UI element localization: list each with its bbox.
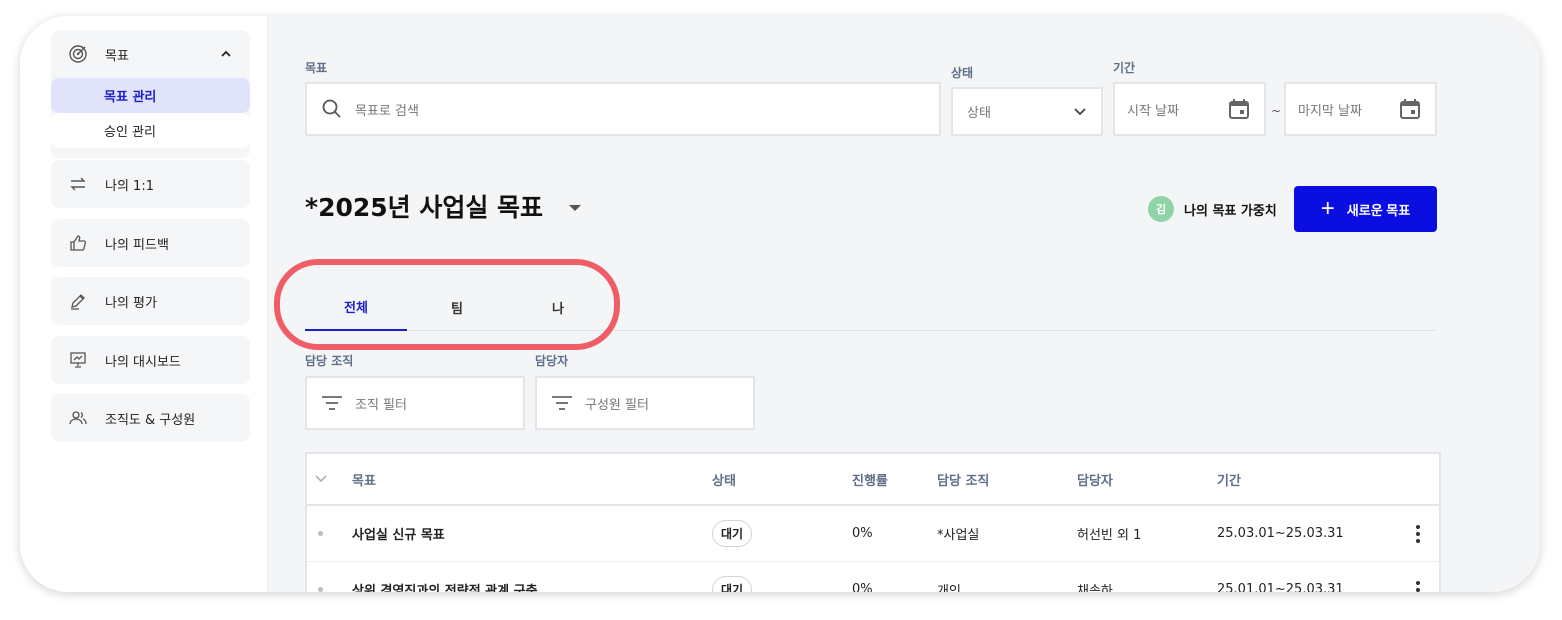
- column-header-status[interactable]: 상태: [712, 454, 736, 504]
- date-range-separator: ~: [1271, 104, 1282, 118]
- sidebar-item-label: 나의 대시보드: [105, 354, 181, 370]
- chevron-down-icon: [1073, 107, 1087, 116]
- calendar-icon[interactable]: [1399, 98, 1421, 120]
- my-goal-weight[interactable]: 김 나의 목표 가중치: [1148, 196, 1277, 222]
- sidebar-item-my-1on1[interactable]: 나의 1:1: [51, 160, 250, 208]
- tabs-highlight-outline: [274, 259, 620, 350]
- row-period: 25.01.01~25.03.31: [1217, 582, 1344, 592]
- row-progress: 0%: [852, 526, 873, 541]
- org-filter-input[interactable]: 조직 필터: [305, 376, 525, 430]
- chevron-up-icon: [220, 47, 232, 62]
- status-select[interactable]: 상태: [951, 87, 1103, 136]
- filter-icon: [551, 395, 573, 411]
- row-goal[interactable]: 상위 경영진과의 전략적 관계 구축: [352, 562, 538, 592]
- sidebar-item-label: 나의 평가: [105, 295, 157, 311]
- status-select-value: 상태: [967, 106, 991, 121]
- goal-filter-label: 목표: [305, 61, 328, 75]
- sidebar-item-my-feedback[interactable]: 나의 피드백: [51, 219, 250, 267]
- row-bullet-icon: [318, 587, 323, 592]
- row-org: *사업실: [937, 528, 980, 543]
- column-header-period[interactable]: 기간: [1217, 454, 1241, 504]
- org-filter-label: 담당 조직: [305, 354, 354, 368]
- avatar: 김: [1148, 196, 1174, 222]
- member-filter-input[interactable]: 구성원 필터: [535, 376, 755, 430]
- page-title-text: *2025년 사업실 목표: [305, 193, 544, 222]
- new-goal-button[interactable]: + 새로운 목표: [1294, 186, 1437, 232]
- row-owner: 허선빈 외 1: [1077, 528, 1142, 543]
- more-options-icon[interactable]: [1416, 506, 1420, 561]
- table-row[interactable]: 사업실 신규 목표 대기 0% *사업실 허선빈 외 1 25.03.01~25…: [307, 506, 1439, 562]
- status-badge: 대기: [712, 576, 753, 592]
- row-goal[interactable]: 사업실 신규 목표: [352, 506, 445, 561]
- sidebar-item-my-dashboard[interactable]: 나의 대시보드: [51, 336, 250, 384]
- people-icon: [67, 407, 89, 429]
- row-progress: 0%: [852, 582, 873, 592]
- member-filter-label: 담당자: [535, 354, 569, 368]
- status-filter-label: 상태: [951, 66, 974, 80]
- expand-all-chevron-icon[interactable]: [315, 454, 327, 504]
- column-header-owner[interactable]: 담당자: [1077, 454, 1113, 504]
- row-owner: 채송하: [1077, 584, 1113, 592]
- sidebar-item-label: 나의 피드백: [105, 237, 169, 253]
- status-badge: 대기: [712, 520, 753, 547]
- filter-icon: [321, 395, 343, 411]
- table-row[interactable]: 상위 경영진과의 전략적 관계 구축 대기 0% 개인 채송하 25.01.01…: [307, 562, 1439, 592]
- row-org: 개인: [937, 584, 961, 592]
- row-period: 25.03.01~25.03.31: [1217, 526, 1344, 541]
- sidebar-item-my-evaluation[interactable]: 나의 평가: [51, 277, 250, 325]
- sidebar-item-goal[interactable]: 목표: [51, 30, 250, 78]
- more-options-icon[interactable]: [1416, 562, 1420, 592]
- table-header: 목표 상태 진행률 담당 조직 담당자 기간: [307, 454, 1439, 506]
- end-date-input[interactable]: 마지막 날짜: [1284, 82, 1437, 136]
- column-header-progress[interactable]: 진행률: [852, 454, 888, 504]
- end-date-placeholder: 마지막 날짜: [1298, 103, 1362, 119]
- pen-icon: [67, 290, 89, 312]
- sidebar-item-goal-label: 목표: [105, 48, 129, 64]
- sidebar-item-label: 나의 1:1: [105, 178, 154, 194]
- sidebar-item-label: 조직도 & 구성원: [105, 412, 196, 428]
- row-bullet-icon: [318, 531, 323, 536]
- target-icon: [67, 43, 89, 65]
- app-window: 목표 목표 관리 승인 관리 나의 1:1 나의 피드백 나의 평가 나의 대시…: [20, 16, 1540, 592]
- sidebar-item-org-chart[interactable]: 조직도 & 구성원: [51, 394, 250, 442]
- start-date-placeholder: 시작 날짜: [1127, 103, 1179, 119]
- sidebar-subitem-approval-management[interactable]: 승인 관리: [51, 113, 250, 148]
- calendar-icon[interactable]: [1228, 98, 1250, 120]
- column-header-org[interactable]: 담당 조직: [937, 454, 989, 504]
- sidebar-group-goal: 목표 목표 관리 승인 관리: [51, 30, 250, 158]
- start-date-input[interactable]: 시작 날짜: [1113, 82, 1266, 136]
- presentation-chart-icon: [67, 349, 89, 371]
- new-goal-button-label: 새로운 목표: [1346, 202, 1411, 218]
- page-title[interactable]: *2025년 사업실 목표: [305, 188, 582, 224]
- org-filter-placeholder: 조직 필터: [355, 397, 407, 413]
- my-goal-weight-label: 나의 목표 가중치: [1184, 203, 1277, 219]
- goal-search-input[interactable]: 목표로 검색: [305, 82, 941, 136]
- search-icon: [321, 98, 343, 120]
- column-header-goal[interactable]: 목표: [352, 454, 376, 504]
- main-content: 목표 목표로 검색 상태 상태 기간 시작 날짜 ~ 마지막 날짜 *2025년…: [268, 16, 1540, 592]
- caret-down-icon[interactable]: [569, 205, 582, 211]
- exchange-icon: [67, 173, 89, 195]
- goal-search-placeholder: 목표로 검색: [355, 103, 419, 119]
- sidebar-subitem-goal-management[interactable]: 목표 관리: [51, 78, 250, 113]
- member-filter-placeholder: 구성원 필터: [585, 397, 649, 413]
- goals-table: 목표 상태 진행률 담당 조직 담당자 기간 사업실 신규 목표 대기 0% *…: [305, 452, 1441, 592]
- period-filter-label: 기간: [1113, 61, 1136, 75]
- thumbs-up-icon: [67, 232, 89, 254]
- plus-icon: +: [1320, 195, 1335, 222]
- sidebar: 목표 목표 관리 승인 관리 나의 1:1 나의 피드백 나의 평가 나의 대시…: [20, 16, 268, 592]
